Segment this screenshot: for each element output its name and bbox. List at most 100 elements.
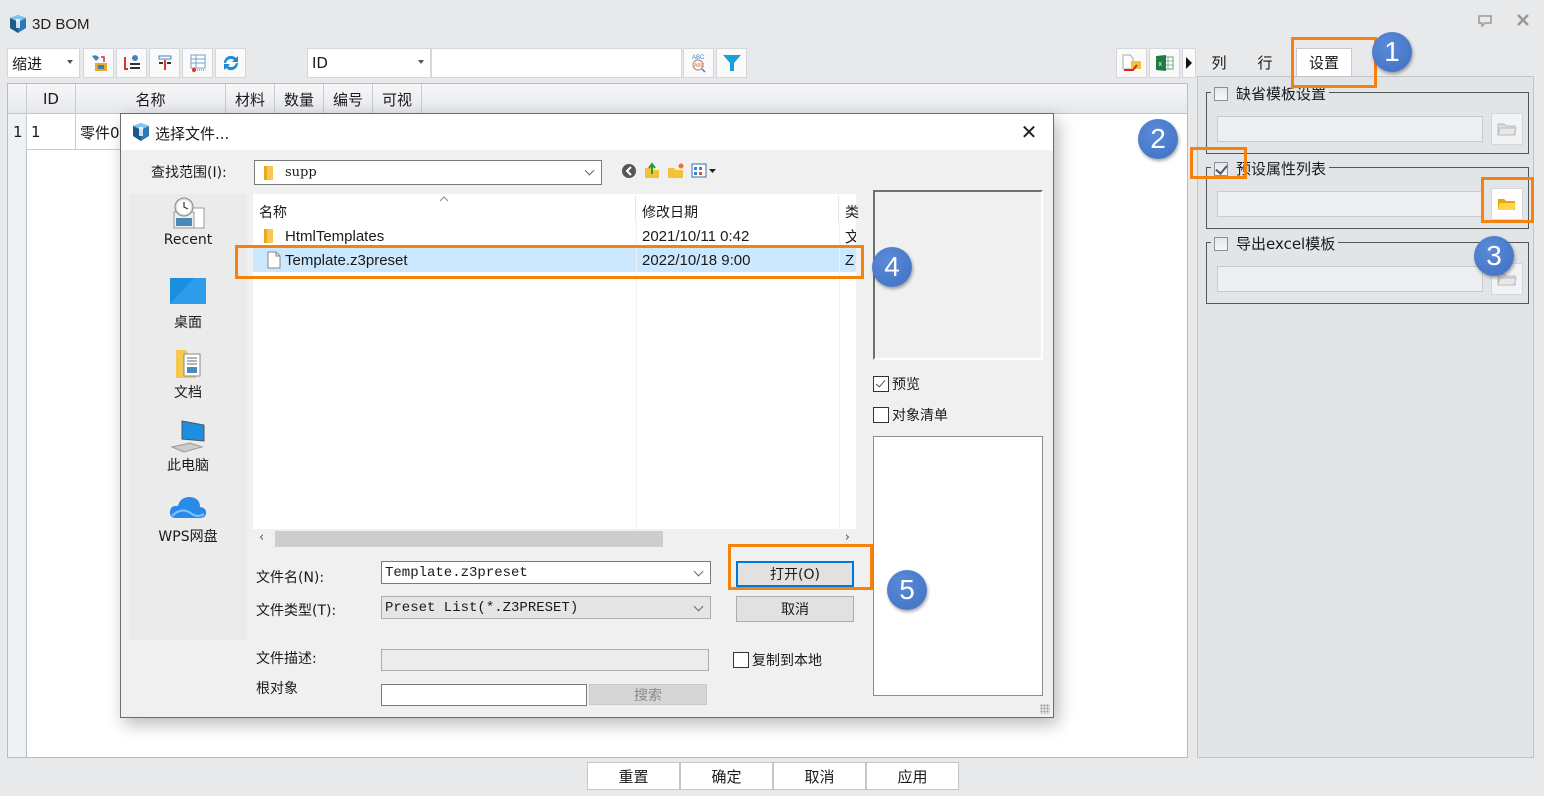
dialog-cancel-button[interactable]: 取消	[736, 596, 854, 622]
ok-button[interactable]: 确定	[680, 762, 773, 790]
preset-attribute-checkbox[interactable]	[1214, 161, 1228, 176]
place-computer[interactable]: 此电脑	[129, 419, 247, 475]
window-close-icon[interactable]	[1514, 14, 1532, 30]
view-mode-select[interactable]: 缩进	[7, 48, 80, 78]
open-button[interactable]: 打开(O)	[736, 561, 854, 587]
default-template-checkbox[interactable]	[1214, 86, 1228, 101]
look-in-label: 查找范围(I):	[151, 165, 227, 181]
triangle-right-icon	[1186, 57, 1192, 69]
column-header-modified[interactable]: 修改日期	[636, 196, 839, 222]
dialog-title-bar[interactable]: 选择文件... ✕	[121, 114, 1053, 150]
excel-icon: x	[1155, 55, 1173, 71]
spell-search-button[interactable]: ABC ABC	[683, 48, 714, 78]
search-field-select[interactable]: ID	[307, 48, 431, 78]
column-header-type[interactable]: 类	[839, 196, 859, 222]
expand-button[interactable]	[149, 48, 180, 78]
file-desc-label: 文件描述:	[256, 651, 317, 667]
table-cell[interactable]: 1	[27, 114, 76, 150]
view-menu-icon[interactable]	[691, 163, 717, 179]
column-header[interactable]: 名称	[76, 84, 226, 114]
file-type-label: 文件类型(T):	[256, 603, 337, 619]
preview-checkbox-row[interactable]: 预览	[873, 374, 920, 394]
column-header[interactable]: 编号	[324, 84, 373, 114]
export-excel-button[interactable]: x	[1149, 48, 1180, 78]
apply-button[interactable]: 应用	[866, 762, 959, 790]
file-type-combo[interactable]: Preset List(*.Z3PRESET)	[381, 596, 711, 619]
folder-icon	[1498, 199, 1516, 210]
scroll-right-icon[interactable]: ›	[845, 530, 850, 545]
svg-text:x: x	[1158, 61, 1162, 68]
object-list-checkbox-row[interactable]: 对象清单	[873, 405, 948, 425]
object-list-pane[interactable]	[873, 436, 1043, 696]
documents-icon	[176, 350, 201, 378]
app-title: 3D BOM	[32, 16, 90, 33]
export-excel-template-label: 导出excel模板	[1236, 235, 1336, 253]
export-pdf-button[interactable]	[1116, 48, 1147, 78]
tab-settings[interactable]: 设置	[1296, 48, 1352, 76]
refresh-button[interactable]	[215, 48, 246, 78]
app-logo-icon	[133, 123, 149, 141]
export-excel-template-checkbox[interactable]	[1214, 236, 1228, 251]
tree-list-button[interactable]	[116, 48, 147, 78]
copy-local-checkbox[interactable]	[733, 652, 749, 668]
step-badge-3: 3	[1474, 236, 1514, 276]
chevron-down-icon	[693, 601, 704, 612]
preset-attribute-browse-button[interactable]	[1491, 188, 1523, 220]
root-object-input[interactable]	[381, 684, 587, 706]
folder-icon	[264, 229, 273, 243]
file-type: 文	[845, 228, 856, 246]
place-wps-cloud[interactable]: WPS网盘	[129, 492, 247, 546]
up-folder-icon[interactable]	[643, 162, 661, 180]
more-toolbar-button[interactable]	[1182, 48, 1196, 78]
tab-columns[interactable]: 列	[1204, 48, 1234, 76]
resize-grip[interactable]	[1040, 704, 1050, 714]
place-desktop[interactable]: 桌面	[129, 276, 247, 332]
filter-button[interactable]	[716, 48, 747, 78]
column-header[interactable]: 可视	[373, 84, 422, 114]
preset-attribute-label: 预设属性列表	[1236, 160, 1327, 178]
column-header[interactable]: 材料	[226, 84, 275, 114]
new-folder-icon[interactable]	[667, 162, 685, 180]
place-documents[interactable]: 文档	[129, 346, 247, 402]
file-desc-input[interactable]	[381, 649, 709, 671]
filter-icon	[722, 55, 741, 71]
file-name: HtmlTemplates	[285, 227, 385, 245]
column-header-name[interactable]: 名称	[253, 196, 636, 222]
search-input[interactable]	[431, 48, 682, 78]
file-list-item-selected[interactable]: Template.z3preset 2022/10/18 9:00 Z	[253, 248, 856, 272]
file-list-hscrollbar[interactable]: ‹ ›	[253, 529, 856, 549]
export-excel-template-path-input[interactable]	[1217, 266, 1483, 292]
file-list[interactable]: 名称 修改日期 类 HtmlTemplates 2021/10/11 0:42 …	[253, 194, 859, 549]
close-icon[interactable]: ✕	[1017, 120, 1041, 144]
column-header[interactable]: 数量	[275, 84, 324, 114]
speech-bubble-icon[interactable]	[1476, 14, 1494, 30]
scroll-left-icon[interactable]: ‹	[259, 530, 264, 545]
default-template-path-input[interactable]	[1217, 116, 1483, 142]
object-list-checkbox[interactable]	[873, 407, 889, 423]
file-name-combo[interactable]: Template.z3preset	[381, 561, 711, 584]
import-icon	[91, 55, 107, 71]
back-icon[interactable]	[621, 163, 637, 179]
preview-checkbox[interactable]	[873, 376, 889, 392]
table-settings-button[interactable]	[182, 48, 213, 78]
search-button[interactable]: 搜索	[589, 684, 707, 705]
title-bar: 3D BOM	[0, 0, 1544, 44]
cancel-button[interactable]: 取消	[773, 762, 866, 790]
preset-attribute-path-input[interactable]	[1217, 191, 1483, 217]
step-badge-2: 2	[1138, 119, 1178, 159]
default-template-group: 缺省模板设置	[1206, 83, 1529, 154]
place-label: Recent	[163, 232, 213, 248]
look-in-combo[interactable]: supp	[254, 160, 602, 185]
look-in-value: supp	[285, 165, 317, 180]
tab-rows[interactable]: 行	[1248, 48, 1282, 76]
scrollbar-thumb[interactable]	[275, 531, 663, 547]
column-header[interactable]: ID	[27, 84, 76, 114]
file-dialog: 选择文件... ✕ 查找范围(I): supp Recent 桌面 文档 此电脑	[120, 113, 1054, 718]
step-badge-4: 4	[872, 247, 912, 287]
file-list-item[interactable]: HtmlTemplates 2021/10/11 0:42 文	[253, 224, 856, 248]
reset-button[interactable]: 重置	[587, 762, 680, 790]
import-structure-button[interactable]	[83, 48, 114, 78]
place-recent[interactable]: Recent	[129, 196, 247, 248]
default-template-browse-button[interactable]	[1491, 113, 1523, 145]
copy-local-checkbox-row[interactable]: 复制到本地	[733, 650, 822, 670]
